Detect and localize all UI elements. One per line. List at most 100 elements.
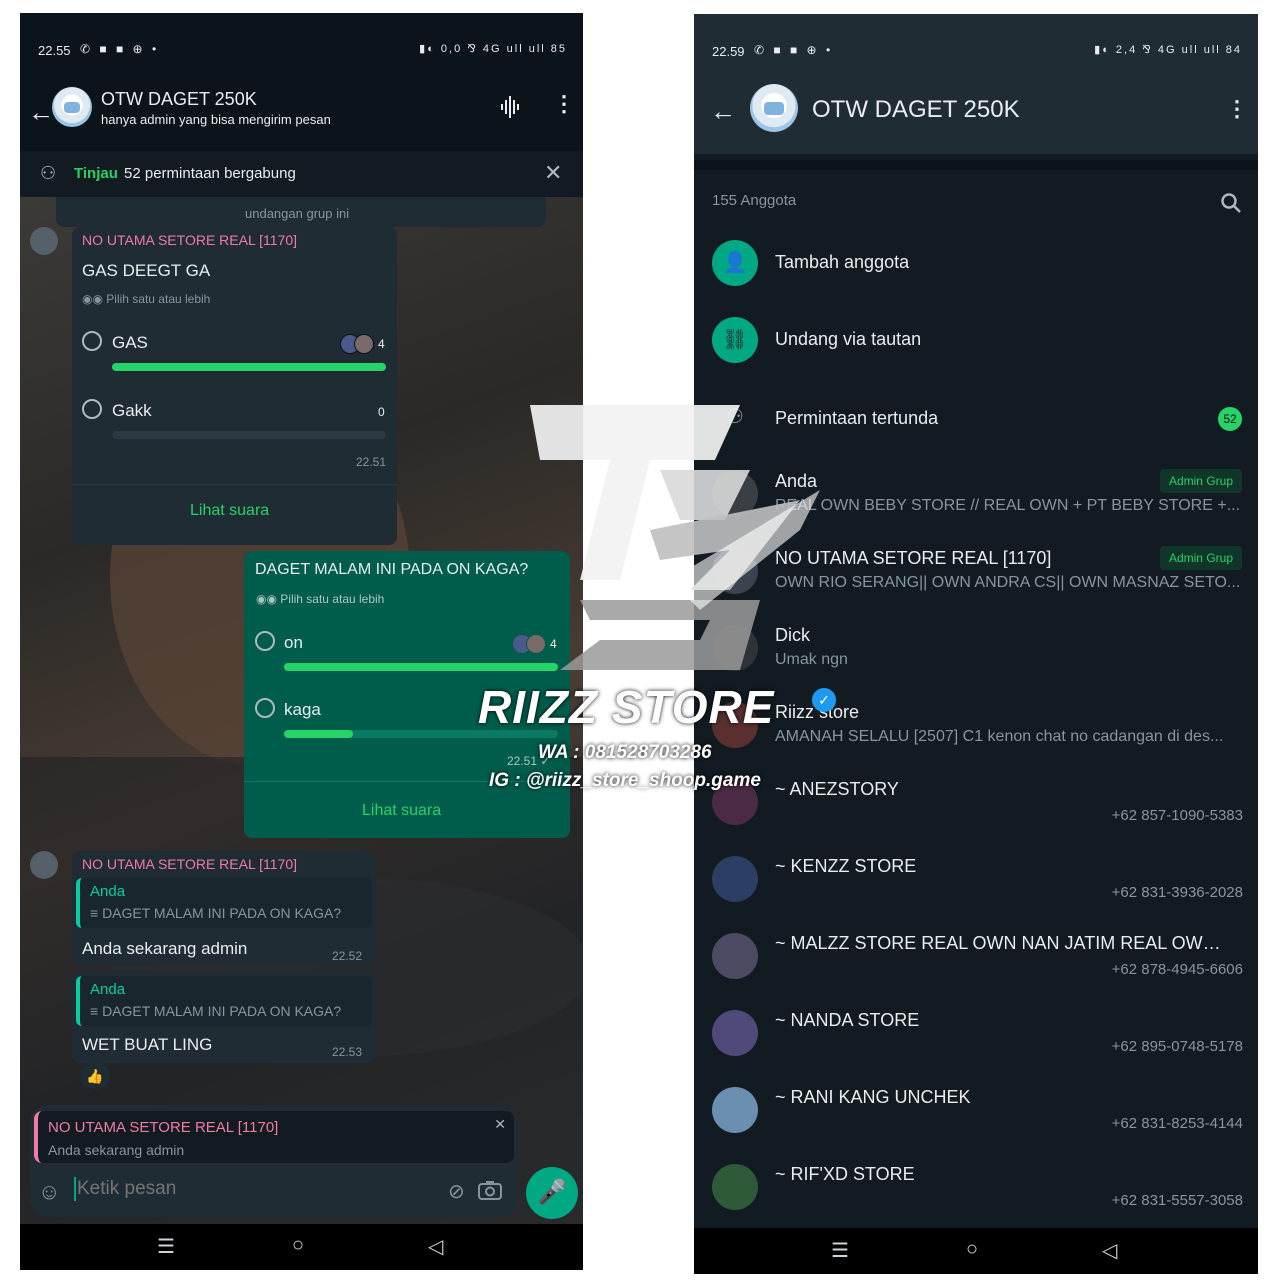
recent-apps-icon[interactable]: ☰ xyxy=(157,1234,175,1259)
member-row[interactable]: ~ RIF'XD STORE +62 831-5557-3058 xyxy=(694,1148,1258,1225)
quoted-message[interactable]: Anda ≡ DAGET MALAM INI PADA ON KAGA? xyxy=(76,878,372,928)
notification-icons: ✆ ■ ■ ⊕ • xyxy=(80,42,160,56)
message-text: WET BUAT LING xyxy=(82,1035,213,1054)
reply-message: Anda ≡ DAGET MALAM INI PADA ON KAGA? WET… xyxy=(72,971,376,1063)
member-avatar[interactable] xyxy=(712,933,758,979)
admin-badge: Admin Grup xyxy=(1159,546,1242,570)
poll-option-count: 4 xyxy=(378,337,385,351)
mic-icon: 🎤 xyxy=(537,1179,567,1206)
member-row[interactable]: ~ MALZZ STORE REAL OWN NAN JATIM REAL OW… xyxy=(694,917,1258,994)
system-note: undangan grup ini xyxy=(245,206,350,221)
member-avatar[interactable] xyxy=(712,856,758,902)
watermark-wa: WA : 081528703286 xyxy=(538,742,712,763)
poll-option-label[interactable]: on xyxy=(284,633,303,653)
home-icon[interactable]: ○ xyxy=(292,1234,304,1257)
left-screen: 22.55 ✆ ■ ■ ⊕ • ▮◐ 0,0 ⅋ 4G ull ull 85 ←… xyxy=(20,13,583,1270)
add-person-icon: 👤 xyxy=(712,240,758,286)
member-row[interactable]: ~ NANDA STORE +62 895-0748-5178 xyxy=(694,994,1258,1071)
watermark-logo xyxy=(530,405,820,670)
member-row[interactable]: Riizz store AMANAH SELALU [2507] C1 kenon… xyxy=(694,686,1258,763)
poll-option-bar xyxy=(112,431,386,439)
group-avatar[interactable] xyxy=(750,84,798,132)
sender-avatar[interactable] xyxy=(30,851,58,879)
member-about: AMANAH SELALU [2507] C1 kenon chat no ca… xyxy=(775,728,1224,745)
group-title: OTW DAGET 250K xyxy=(812,96,1020,123)
member-name: ~ KENZZ STORE xyxy=(775,856,917,876)
poll-question: DAGET MALAM INI PADA ON KAGA? xyxy=(255,561,529,578)
poll-option-label[interactable]: GAS xyxy=(112,333,148,353)
member-row[interactable]: ~ KENZZ STORE +62 831-3936-2028 xyxy=(694,840,1258,917)
review-link[interactable]: Tinjau xyxy=(74,165,118,182)
voice-chat-icon[interactable] xyxy=(500,95,522,119)
camera-icon[interactable] xyxy=(478,1180,502,1200)
view-votes-button[interactable]: Lihat suara xyxy=(190,502,269,520)
mic-button[interactable]: 🎤 xyxy=(526,1167,578,1219)
poll-option-radio[interactable] xyxy=(255,698,275,718)
message-time: 22.52 xyxy=(332,949,363,963)
poll-option-label[interactable]: kaga xyxy=(284,700,321,720)
invite-link-row[interactable]: ⛓ Undang via tautan xyxy=(694,301,1258,378)
group-avatar[interactable] xyxy=(52,87,92,127)
join-requests-banner: ⚇ Tinjau 52 permintaan bergabung ✕ xyxy=(20,151,583,197)
link-icon: ⛓ xyxy=(712,317,758,363)
recent-apps-icon[interactable]: ☰ xyxy=(831,1238,849,1263)
member-avatar[interactable] xyxy=(712,1087,758,1133)
back-arrow-icon[interactable]: ← xyxy=(28,97,54,128)
message-input[interactable] xyxy=(77,1175,407,1203)
watermark-ig: IG : @riizz_store_shoop.game xyxy=(489,770,761,791)
poll-option-label[interactable]: Gakk xyxy=(112,401,152,421)
member-avatar[interactable] xyxy=(712,1164,758,1210)
poll-bar-fill xyxy=(112,363,386,371)
quoted-message[interactable]: Anda ≡ DAGET MALAM INI PADA ON KAGA? xyxy=(76,976,372,1026)
back-icon[interactable]: ◁ xyxy=(428,1234,443,1259)
status-time: 22.55 xyxy=(38,43,71,58)
menu-icon[interactable]: ⋮ xyxy=(553,91,575,117)
watermark-name: RIIZZ STORE xyxy=(478,681,775,733)
poll-hint-text: Pilih satu atau lebih xyxy=(280,592,385,606)
reply-message: NO UTAMA SETORE REAL [1170] Anda ≡ DAGET… xyxy=(72,851,376,965)
member-about: OWN RIO SERANG|| OWN ANDRA CS|| OWN MASN… xyxy=(775,574,1240,591)
action-label: Undang via tautan xyxy=(775,329,922,349)
back-arrow-icon[interactable]: ← xyxy=(710,96,736,127)
quoted-text-value: DAGET MALAM INI PADA ON KAGA? xyxy=(102,1003,342,1019)
nav-bar: ☰ ○ ◁ xyxy=(20,1224,583,1270)
reply-preview[interactable]: NO UTAMA SETORE REAL [1170] Anda sekaran… xyxy=(34,1111,514,1163)
group-title[interactable]: OTW DAGET 250K xyxy=(101,89,257,110)
member-count: 155 Anggota xyxy=(712,192,797,209)
member-row[interactable]: ~ RANI KANG UNCHEK +62 831-8253-4144 xyxy=(694,1071,1258,1148)
close-icon[interactable]: ✕ xyxy=(544,160,562,186)
poll-icon: ≡ xyxy=(90,905,103,921)
sender-name[interactable]: NO UTAMA SETORE REAL [1170] xyxy=(82,856,297,872)
poll-hint-text: Pilih satu atau lebih xyxy=(106,292,211,306)
search-icon[interactable] xyxy=(1220,192,1242,214)
poll-option-radio[interactable] xyxy=(82,331,102,351)
add-member-row[interactable]: 👤 Tambah anggota xyxy=(694,224,1258,301)
status-bar: 22.59 ✆ ■ ■ ⊕ • ▮◐ 2,4 ⅋ 4G ull ull 84 xyxy=(694,14,1258,84)
info-header: ← OTW DAGET 250K ⋮ xyxy=(694,76,1258,154)
member-row[interactable]: ~ ANEZSTORY +62 857-1090-5383 xyxy=(694,763,1258,840)
quoted-text-value: DAGET MALAM INI PADA ON KAGA? xyxy=(102,905,342,921)
member-avatar[interactable] xyxy=(712,1010,758,1056)
poll-message: NO UTAMA SETORE REAL [1170] GAS DEEGT GA… xyxy=(72,227,397,545)
reaction-badge[interactable]: 👍 xyxy=(80,1063,110,1089)
notification-icons: ✆ ■ ■ ⊕ • xyxy=(754,43,834,57)
poll-bar-fill xyxy=(284,730,353,738)
view-votes-button[interactable]: Lihat suara xyxy=(362,802,441,820)
verified-icon: ✓ xyxy=(812,688,836,712)
poll-option-count: 0 xyxy=(378,405,385,419)
double-check-icon: ◉◉ xyxy=(82,292,107,306)
sticker-icon[interactable]: ☺ xyxy=(38,1179,60,1205)
member-phone: +62 831-8253-4144 xyxy=(1111,1115,1243,1132)
poll-option-radio[interactable] xyxy=(255,631,275,651)
sender-avatar[interactable] xyxy=(30,227,58,255)
admin-badge: Admin Grup xyxy=(1159,469,1242,493)
member-phone: +62 895-0748-5178 xyxy=(1111,1038,1243,1055)
poll-option-radio[interactable] xyxy=(82,399,102,419)
double-check-icon: ◉◉ xyxy=(256,592,281,606)
home-icon[interactable]: ○ xyxy=(966,1238,978,1261)
attach-icon[interactable]: ⊘ xyxy=(448,1179,465,1204)
back-icon[interactable]: ◁ xyxy=(1102,1238,1117,1263)
sender-name[interactable]: NO UTAMA SETORE REAL [1170] xyxy=(82,232,297,248)
close-reply-icon[interactable]: ✕ xyxy=(494,1116,506,1133)
menu-icon[interactable]: ⋮ xyxy=(1226,96,1248,122)
